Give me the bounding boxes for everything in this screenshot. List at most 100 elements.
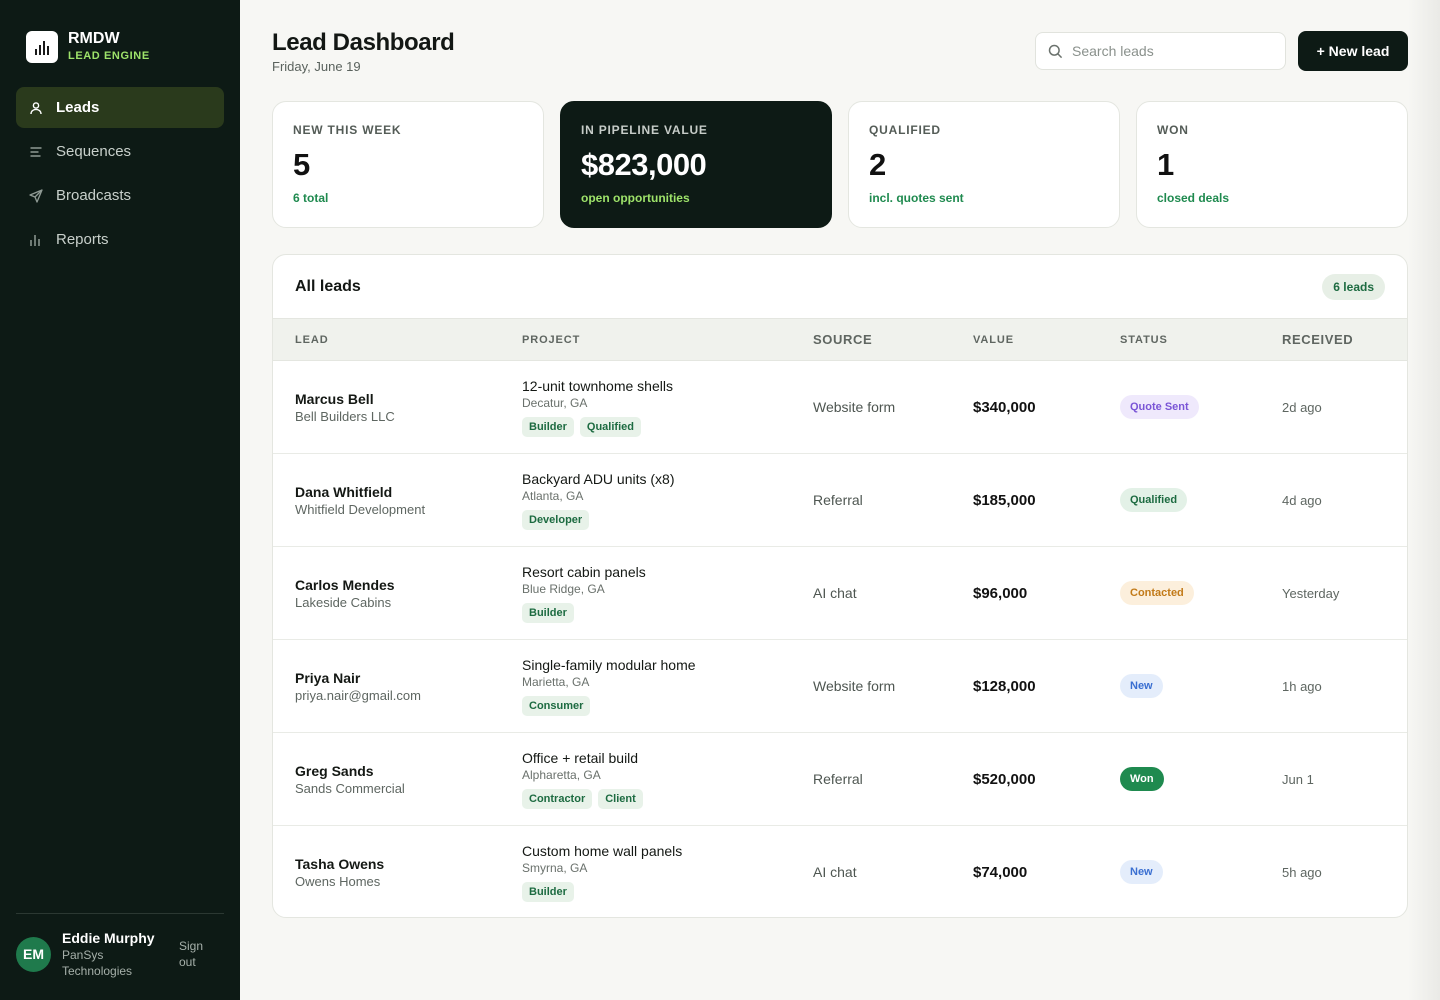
column-header-received[interactable]: RECEIVED: [1282, 319, 1353, 360]
received-time: 4d ago: [1282, 492, 1322, 508]
status-cell: Qualified: [1120, 454, 1188, 546]
project-tag: Qualified: [579, 417, 641, 437]
lead-source: AI chat: [813, 585, 857, 601]
brand[interactable]: RMDW LEAD ENGINE: [26, 30, 150, 64]
sidebar-item-label: Reports: [56, 231, 109, 248]
leads-table-card: All leads 6 leads LEAD PROJECT SOURCE VA…: [272, 254, 1408, 918]
received-time: Jun 1: [1282, 771, 1314, 787]
lead-name[interactable]: Priya Nair: [295, 669, 421, 687]
stat-card-new-this-week: NEW THIS WEEK 5 6 total: [272, 101, 544, 228]
sign-out-link[interactable]: Sign out: [179, 938, 219, 970]
received-time: 2d ago: [1282, 399, 1322, 415]
table-row[interactable]: Marcus Bell Bell Builders LLC 12-unit to…: [273, 361, 1407, 454]
project-cell: Single-family modular home Marietta, GA …: [522, 640, 696, 732]
status-badge: New: [1120, 674, 1163, 698]
received-cell: Yesterday: [1282, 547, 1339, 639]
stat-value: 5: [293, 147, 311, 182]
sidebar-item-leads[interactable]: Leads: [16, 87, 224, 128]
lead-value: $96,000: [973, 584, 1028, 602]
bar-chart-icon: [30, 234, 40, 246]
lead-company: Sands Commercial: [295, 780, 405, 796]
source-cell: Referral: [813, 454, 863, 546]
table-row[interactable]: Carlos Mendes Lakeside Cabins Resort cab…: [273, 547, 1407, 640]
user-org: PanSys Technologies: [62, 948, 133, 978]
status-cell: New: [1120, 826, 1163, 917]
project-title: Backyard ADU units (x8): [522, 471, 675, 487]
status-cell: Won: [1120, 733, 1164, 825]
edge-shadow: [1408, 0, 1440, 1000]
sidebar-item-sequences[interactable]: Sequences: [16, 131, 224, 172]
table-row[interactable]: Greg Sands Sands Commercial Office + ret…: [273, 733, 1407, 826]
column-header-status[interactable]: STATUS: [1120, 319, 1168, 360]
lead-source: Referral: [813, 771, 863, 787]
search-box[interactable]: [1035, 32, 1286, 70]
sidebar-item-reports[interactable]: Reports: [16, 219, 224, 260]
value-cell: $74,000: [973, 826, 1028, 917]
page-date: Friday, June 19: [272, 59, 361, 74]
table-row[interactable]: Priya Nair priya.nair@gmail.com Single-f…: [273, 640, 1407, 733]
project-tag: Client: [598, 789, 643, 809]
project-location: Smyrna, GA: [522, 861, 588, 875]
project-tag: Developer: [522, 510, 590, 530]
table-body: Marcus Bell Bell Builders LLC 12-unit to…: [273, 361, 1407, 917]
sidebar: RMDW LEAD ENGINE Leads Sequences Broadca…: [0, 0, 240, 1000]
column-header-value[interactable]: VALUE: [973, 319, 1014, 360]
stat-label: IN PIPELINE VALUE: [581, 123, 708, 137]
send-icon: [29, 188, 43, 203]
search-icon: [1048, 44, 1063, 58]
source-cell: Website form: [813, 361, 895, 453]
lead-name[interactable]: Greg Sands: [295, 762, 405, 780]
lead-cell: Dana Whitfield Whitfield Development: [295, 454, 425, 546]
lead-name[interactable]: Tasha Owens: [295, 855, 384, 873]
lead-company: Whitfield Development: [295, 501, 426, 517]
lead-value: $74,000: [973, 863, 1028, 881]
project-location: Decatur, GA: [522, 396, 588, 410]
lead-source: AI chat: [813, 864, 857, 880]
status-badge: Quote Sent: [1120, 395, 1199, 419]
project-tags: Contractor Client: [522, 789, 643, 809]
column-header-lead[interactable]: LEAD: [295, 319, 329, 360]
stat-sub: 6 total: [293, 191, 329, 205]
lead-value: $340,000: [973, 398, 1036, 416]
stat-value: 2: [869, 147, 887, 182]
project-tags: Consumer: [522, 696, 696, 716]
table-row[interactable]: Tasha Owens Owens Homes Custom home wall…: [273, 826, 1407, 917]
user-name: Eddie Murphy: [62, 930, 155, 946]
lead-company: priya.nair@gmail.com: [295, 687, 421, 703]
lead-source: Referral: [813, 492, 863, 508]
stat-card-qualified: QUALIFIED 2 incl. quotes sent: [848, 101, 1120, 228]
lead-cell: Priya Nair priya.nair@gmail.com: [295, 640, 421, 732]
search-input[interactable]: [1072, 43, 1272, 59]
stat-label: WON: [1157, 123, 1189, 137]
table-title: All leads: [295, 278, 361, 295]
project-title: 12-unit townhome shells: [522, 378, 673, 394]
lead-name[interactable]: Carlos Mendes: [295, 576, 395, 594]
project-location: Blue Ridge, GA: [522, 582, 605, 596]
lead-count-badge: 6 leads: [1322, 274, 1385, 300]
new-lead-button[interactable]: + New lead: [1298, 31, 1408, 71]
received-time: 5h ago: [1282, 864, 1322, 880]
sidebar-divider: [16, 913, 224, 914]
stat-value: $823,000: [581, 147, 707, 182]
value-cell: $185,000: [973, 454, 1036, 546]
status-badge: Qualified: [1120, 488, 1188, 512]
project-cell: Resort cabin panels Blue Ridge, GA Build…: [522, 547, 646, 639]
column-header-source[interactable]: SOURCE: [813, 319, 872, 360]
project-tag: Builder: [522, 882, 574, 902]
project-title: Office + retail build: [522, 750, 639, 766]
sidebar-item-broadcasts[interactable]: Broadcasts: [16, 175, 224, 216]
received-cell: 4d ago: [1282, 454, 1322, 546]
sidebar-item-label: Sequences: [56, 143, 132, 160]
stat-label: NEW THIS WEEK: [293, 123, 402, 137]
project-tag: Consumer: [522, 696, 591, 716]
received-cell: 2d ago: [1282, 361, 1322, 453]
stat-sub: incl. quotes sent: [869, 191, 964, 205]
column-header-project[interactable]: PROJECT: [522, 319, 580, 360]
table-row[interactable]: Dana Whitfield Whitfield Development Bac…: [273, 454, 1407, 547]
avatar[interactable]: EM: [16, 936, 51, 972]
stat-card-won: WON 1 closed deals: [1136, 101, 1408, 228]
lead-cell: Greg Sands Sands Commercial: [295, 733, 405, 825]
source-cell: AI chat: [813, 826, 857, 917]
lead-name[interactable]: Dana Whitfield: [295, 483, 425, 501]
lead-name[interactable]: Marcus Bell: [295, 390, 395, 408]
